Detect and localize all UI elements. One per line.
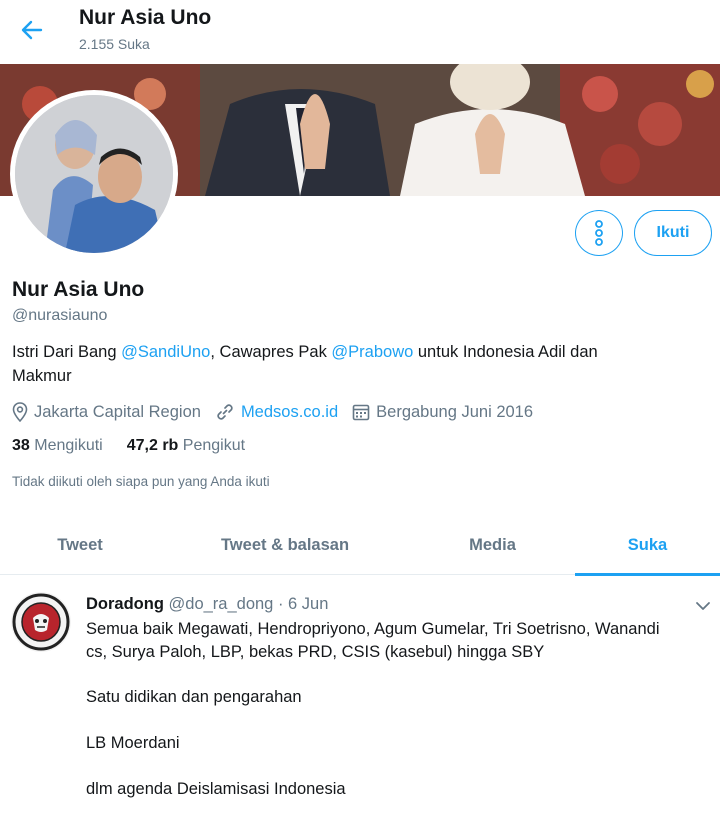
tweet-author-avatar[interactable] <box>11 592 71 652</box>
tweet-menu-button[interactable] <box>693 598 713 614</box>
followers-label: Pengikut <box>182 437 246 454</box>
bio-text: Makmur <box>12 367 72 385</box>
location-pin-icon <box>12 402 28 422</box>
more-vertical-icon <box>595 220 603 246</box>
back-button[interactable] <box>14 14 50 46</box>
chevron-down-icon <box>696 602 710 610</box>
profile-stats: 38 Mengikuti 47,2 rb Pengikut <box>12 437 269 455</box>
tweet-text-line: Semua baik Megawati, Hendropriyono, Agum… <box>86 620 660 638</box>
bio-mention-sandiuno[interactable]: @SandiUno <box>121 343 210 361</box>
header-likes-count: 2.155 Suka <box>79 36 150 52</box>
follow-button[interactable]: Ikuti <box>634 210 712 256</box>
location-text: Jakarta Capital Region <box>34 402 201 421</box>
following-stat[interactable]: 38 Mengikuti <box>12 437 103 455</box>
bio-text: , Cawapres Pak <box>210 343 332 361</box>
website-link[interactable]: Medsos.co.id <box>241 403 338 422</box>
more-options-button[interactable] <box>575 210 623 256</box>
following-count: 38 <box>12 437 30 454</box>
tweet-header: Doradong @do_ra_dong · 6 Jun <box>86 595 328 614</box>
not-followed-note: Tidak diikuti oleh siapa pun yang Anda i… <box>12 474 270 489</box>
tab-tweet[interactable]: Tweet <box>0 515 160 575</box>
tab-media[interactable]: Media <box>410 515 575 575</box>
profile-display-name: Nur Asia Uno <box>12 278 145 301</box>
profile-location: Jakarta Capital Region <box>12 402 201 422</box>
profile-avatar[interactable] <box>10 90 178 258</box>
header-title: Nur Asia Uno <box>79 6 212 29</box>
tab-likes[interactable]: Suka <box>575 515 720 576</box>
tweet-author-name[interactable]: Doradong <box>86 595 164 613</box>
tweet-text-line: dlm agenda Deislamisasi Indonesia <box>86 780 346 798</box>
link-icon <box>217 404 233 420</box>
joined-text: Bergabung Juni 2016 <box>376 402 534 421</box>
followers-stat[interactable]: 47,2 rb Pengikut <box>127 437 245 455</box>
tweet-text-line: LB Moerdani <box>86 734 180 752</box>
followers-count: 47,2 rb <box>126 437 179 454</box>
tweet-date[interactable]: 6 Jun <box>288 595 328 613</box>
bio-text: Istri Dari Bang <box>12 343 122 361</box>
profile-handle: @nurasiauno <box>12 307 108 324</box>
profile-bio: Istri Dari Bang @SandiUno, Cawapres Pak … <box>12 340 702 388</box>
tweet-text-line: Satu didikan dan pengarahan <box>86 688 302 706</box>
profile-website: Medsos.co.id <box>215 402 338 422</box>
tweet-author-handle[interactable]: @do_ra_dong <box>169 595 274 613</box>
arrow-left-icon <box>21 20 43 40</box>
profile-meta: Jakarta Capital Region Medsos.co.id Berg… <box>12 400 547 424</box>
tab-tweet-replies[interactable]: Tweet & balasan <box>160 515 410 575</box>
bio-text: untuk Indonesia Adil dan <box>413 343 598 361</box>
tweet-text-line: cs, Surya Paloh, LBP, bekas PRD, CSIS (k… <box>86 643 545 661</box>
profile-joined: Bergabung Juni 2016 <box>352 403 533 422</box>
profile-tabs: Tweet Tweet & balasan Media Suka <box>0 515 720 576</box>
bio-mention-prabowo[interactable]: @Prabowo <box>331 343 413 361</box>
calendar-icon <box>352 404 370 421</box>
top-bar: Nur Asia Uno 2.155 Suka <box>0 0 720 64</box>
following-label: Mengikuti <box>34 437 103 454</box>
tweet-separator: · <box>277 595 284 613</box>
